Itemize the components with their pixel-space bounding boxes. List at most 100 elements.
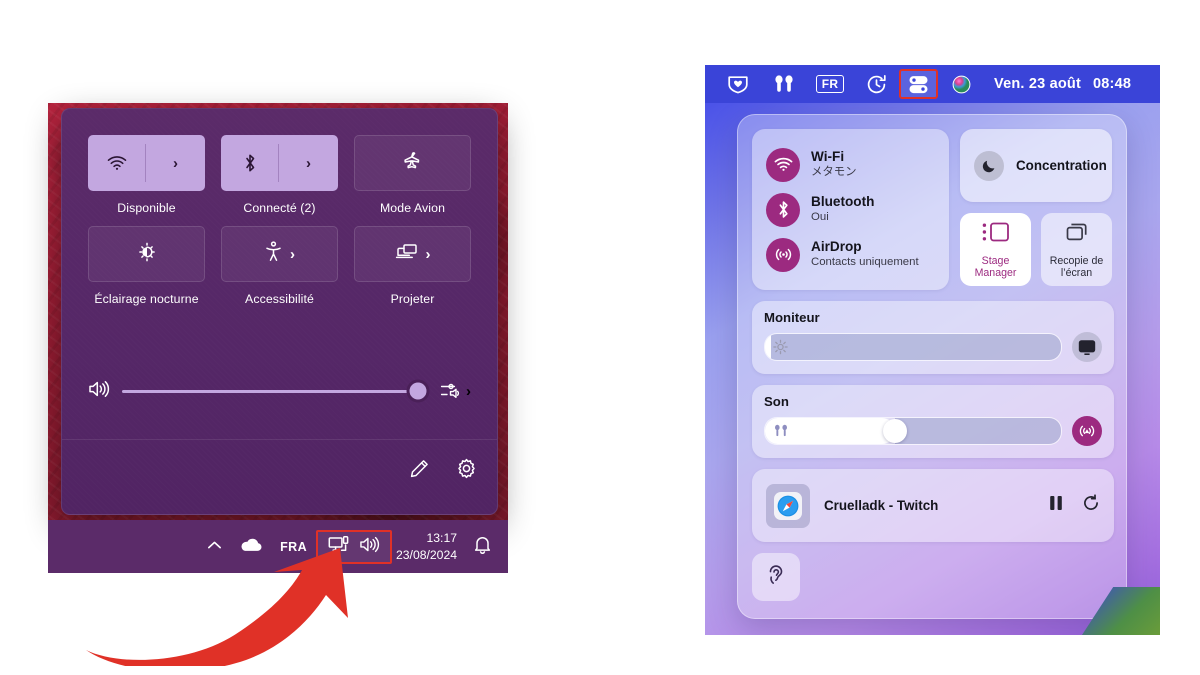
hearing-ear-icon [764, 563, 788, 592]
gear-icon[interactable] [456, 458, 477, 484]
control-center-icon[interactable] [899, 69, 938, 99]
media-title: Cruelladk - Twitch [824, 498, 939, 513]
chevron-right-icon: › [306, 154, 311, 172]
macos-clock[interactable]: Ven. 23 août 08:48 [994, 76, 1131, 92]
moon-icon [974, 150, 1004, 181]
display-slider-line [764, 332, 1102, 362]
siri-icon[interactable] [938, 70, 984, 98]
chevron-right-icon: › [425, 245, 431, 263]
notifications-button[interactable] [465, 527, 500, 567]
input-source-indicator[interactable]: FR [807, 70, 853, 98]
macos-time: 08:48 [1093, 76, 1132, 92]
display-slider-track [770, 334, 1061, 360]
airdrop-text: AirDrop Contacts uniquement [811, 239, 919, 269]
quick-tile-wifi: › Disponible [88, 135, 205, 216]
brightness-icon [773, 339, 788, 355]
volume-slider-knob[interactable] [406, 379, 430, 403]
sound-slider-track [895, 418, 1061, 444]
macos-date: Ven. 23 août [994, 76, 1082, 92]
screen-mirroring-tile[interactable]: Recopie de l’écran [1041, 213, 1112, 286]
chevron-right-icon: › [173, 154, 178, 172]
airplane-icon [402, 150, 424, 177]
volume-slider-row: › [88, 377, 471, 405]
screen-mirroring-icon [1063, 220, 1091, 249]
focus-module[interactable]: Concentration [960, 129, 1112, 202]
bluetooth-row[interactable]: Bluetooth Oui [752, 187, 949, 232]
accessibility-toggle-button[interactable]: › [221, 226, 338, 283]
stage-manager-icon [981, 220, 1011, 249]
display-title: Moniteur [764, 310, 820, 325]
speaker-icon [88, 379, 110, 404]
control-center-top-row: Wi-Fi メタモン Bluetooth Oui AirDrop Contact… [752, 129, 1112, 290]
control-center-tile-row: Stage Manager Recopie de l’écran [960, 213, 1112, 286]
volume-slider-track[interactable] [122, 379, 430, 403]
bluetooth-icon[interactable] [221, 135, 279, 191]
panel-divider [62, 439, 497, 440]
media-module: Cruelladk - Twitch [752, 469, 1114, 542]
refresh-icon[interactable] [1082, 494, 1100, 517]
display-settings-button[interactable] [1072, 332, 1102, 362]
quick-tile-project: › Projeter [354, 226, 471, 307]
wifi-title: Wi-Fi [811, 149, 845, 165]
project-icon [395, 242, 419, 267]
display-slider-fill [765, 334, 771, 360]
wifi-row[interactable]: Wi-Fi メタモン [752, 142, 949, 187]
wifi-status: メタモン [811, 166, 857, 179]
quick-tile-label: Projeter [390, 292, 435, 307]
pause-icon[interactable] [1048, 494, 1064, 517]
night-light-toggle-button[interactable] [88, 226, 205, 283]
input-source-label: FR [815, 75, 845, 93]
airplay-audio-button[interactable] [1072, 416, 1102, 446]
quick-settings-footer [409, 458, 477, 484]
bell-icon [474, 535, 491, 559]
bluetooth-toggle-button[interactable]: › [221, 135, 338, 191]
macos-desktop: Wi-Fi メタモン Bluetooth Oui AirDrop Contact… [705, 103, 1160, 635]
media-controls [1048, 494, 1100, 517]
quick-tile-label: Connecté (2) [243, 201, 316, 215]
audio-output-button[interactable]: › [439, 381, 471, 401]
night-light-icon [136, 241, 158, 268]
connectivity-module: Wi-Fi メタモン Bluetooth Oui AirDrop Contact… [752, 129, 949, 290]
control-center-right-column: Concentration Stage Manager Recopie de l… [960, 129, 1112, 290]
wifi-icon[interactable] [766, 147, 800, 182]
airpods-icon [773, 424, 789, 439]
display-slider[interactable] [764, 333, 1062, 361]
sound-module: Son [752, 385, 1114, 458]
stage-manager-label: Stage Manager [974, 254, 1017, 280]
bluetooth-icon[interactable] [766, 192, 800, 227]
wifi-text: Wi-Fi メタモン [811, 149, 857, 179]
bluetooth-title: Bluetooth [811, 194, 875, 210]
airdrop-status: Contacts uniquement [811, 256, 919, 269]
stage-manager-tile[interactable]: Stage Manager [960, 213, 1031, 286]
airpods-icon[interactable] [761, 70, 807, 98]
quick-settings-grid: › Disponible › Connecté (2) Mode Avion É… [88, 135, 471, 308]
taskbar-clock[interactable]: 13:17 23/08/2024 [392, 530, 465, 563]
quick-tile-night-light: Éclairage nocturne [88, 226, 205, 307]
airdrop-row[interactable]: AirDrop Contacts uniquement [752, 232, 949, 277]
time-machine-icon[interactable] [853, 70, 899, 98]
hearing-tile[interactable] [752, 553, 800, 601]
wifi-icon[interactable] [88, 135, 146, 191]
quick-tile-label: Accessibilité [245, 292, 314, 307]
airdrop-icon[interactable] [766, 237, 800, 272]
control-center-panel: Wi-Fi メタモン Bluetooth Oui AirDrop Contact… [737, 114, 1127, 619]
project-toggle-button[interactable]: › [354, 226, 471, 283]
chevron-right-icon: › [290, 245, 295, 263]
airplane-mode-toggle-button[interactable] [354, 135, 471, 191]
accessibility-icon [264, 241, 283, 267]
quick-tile-label: Mode Avion [379, 201, 446, 215]
airdrop-title: AirDrop [811, 239, 862, 255]
screen-mirroring-label: Recopie de l’écran [1049, 254, 1104, 280]
macos-screenshot-region: FR Ven. 23 août 08:48 Wi-Fi メタモン Bluetoo… [705, 65, 1160, 635]
safari-icon [766, 483, 810, 528]
quick-tile-label: Éclairage nocturne [94, 292, 199, 307]
shield-heart-icon[interactable] [715, 70, 761, 98]
wifi-expand-button[interactable]: › [146, 135, 205, 191]
wifi-toggle-button[interactable]: › [88, 135, 205, 191]
quick-tile-airplane-mode: Mode Avion [354, 135, 471, 216]
pencil-icon[interactable] [409, 458, 430, 484]
red-curved-arrow-annotation [86, 548, 348, 666]
quick-tile-bluetooth: › Connecté (2) [221, 135, 338, 216]
sound-slider[interactable] [764, 417, 1062, 445]
bluetooth-expand-button[interactable]: › [279, 135, 338, 191]
